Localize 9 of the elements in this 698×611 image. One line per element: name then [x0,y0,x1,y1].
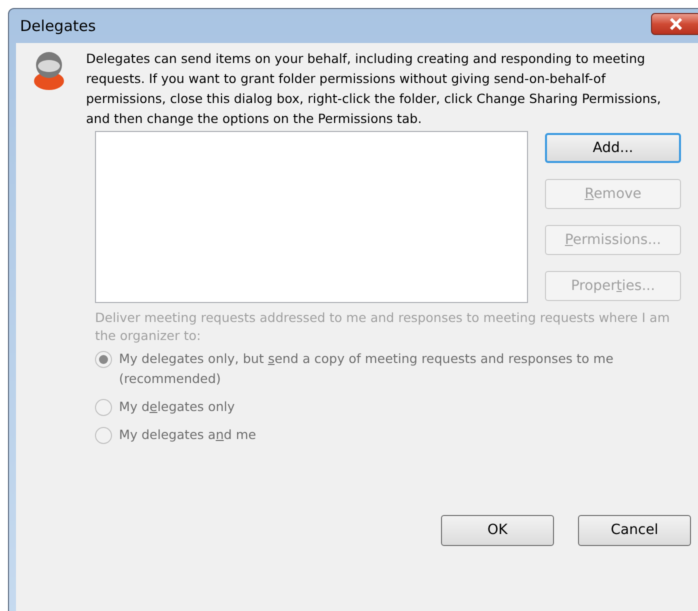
dialog-button[interactable]: Add... [545,133,681,163]
close-icon [669,18,683,30]
deliver-label: Deliver meeting requests addressed to me and responses to meeting requests where I am the organizer to: [95,309,671,345]
delegates-list[interactable] [95,131,528,303]
window-title: Delegates [20,16,96,37]
close-button[interactable] [651,13,698,35]
dialog-button[interactable]: Cancel [578,515,691,546]
dialog-button[interactable]: OK [441,515,554,546]
description-text: Delegates can send items on your behalf, including creating and responding to meeting requests. If you want to grant folder permissions without giving send-on-behalf-of permissions, close this dialog box, right-click the folder, click Change Sharing Permissions, and then change the options on the Permissions tab. [86,50,662,128]
